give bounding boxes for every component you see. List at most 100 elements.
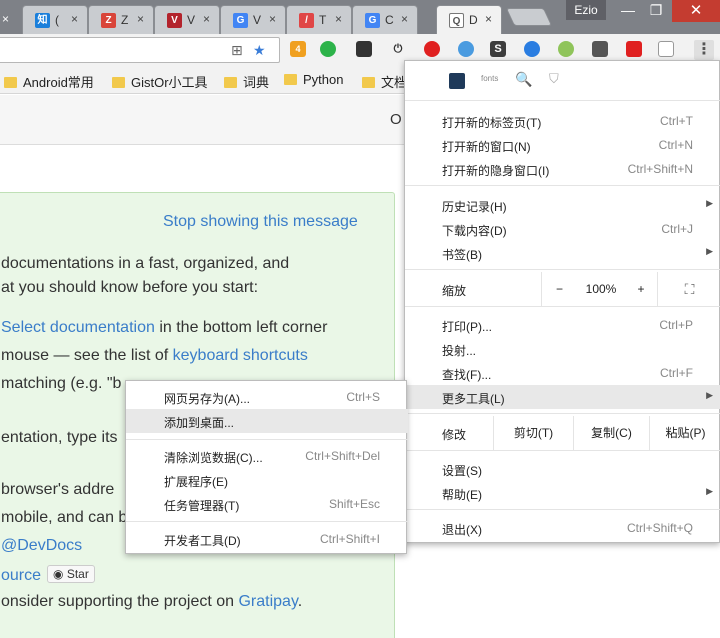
on-extension-icon[interactable] — [626, 41, 642, 57]
menu-settings[interactable]: 设置(S) — [405, 457, 720, 481]
submenu-clear-data[interactable]: 清除浏览数据(C)... Ctrl+Shift+Del — [126, 444, 408, 468]
menu-cast[interactable]: 投射... — [405, 337, 720, 361]
tab-devdocs-active[interactable]: Q D × — [436, 5, 502, 34]
fullscreen-icon[interactable]: ⛶ — [657, 272, 720, 306]
menu-new-incognito[interactable]: 打开新的隐身窗口(I) Ctrl+Shift+N — [405, 157, 720, 181]
bookmark-android[interactable]: Android常用 — [4, 72, 94, 91]
tab-close-icon[interactable]: × — [485, 12, 492, 26]
cut-button[interactable]: 剪切(T) — [493, 416, 573, 450]
circle-extension-icon[interactable] — [558, 41, 574, 57]
translate-icon[interactable]: ⊞ — [231, 42, 243, 59]
zoom-in-button[interactable]: + — [625, 272, 657, 306]
fonts-extension-icon[interactable]: fonts — [481, 74, 498, 83]
github-star-button[interactable]: ◉ Star — [47, 565, 95, 583]
stop-showing-link[interactable]: Stop showing this message — [163, 213, 358, 231]
tab-title: C — [385, 13, 394, 27]
zoom-level: 100% — [585, 282, 617, 296]
tab-t[interactable]: / T × — [286, 5, 352, 34]
menu-find[interactable]: 查找(F)... Ctrl+F — [405, 361, 720, 385]
tab-close-icon[interactable]: × — [71, 12, 78, 26]
maximize-button[interactable]: ❐ — [642, 0, 670, 22]
menu-new-window[interactable]: 打开新的窗口(N) Ctrl+N — [405, 133, 720, 157]
menu-more-tools[interactable]: 更多工具(L) ▶ — [405, 385, 720, 409]
menu-print[interactable]: 打印(P)... Ctrl+P — [405, 313, 720, 337]
extension-icon[interactable] — [449, 73, 465, 89]
menu-downloads[interactable]: 下载内容(D) Ctrl+J — [405, 217, 720, 241]
menu-divider — [126, 439, 408, 440]
bookmark-docs[interactable]: 文档 — [362, 72, 407, 91]
menu-help[interactable]: 帮助(E) ▶ — [405, 481, 720, 505]
bookmark-python[interactable]: Python — [284, 72, 343, 87]
submenu-save-page[interactable]: 网页另存为(A)... Ctrl+S — [126, 385, 408, 409]
menu-label: 书签(B) — [442, 248, 482, 262]
submenu-extensions[interactable]: 扩展程序(E) — [126, 468, 408, 492]
source-link[interactable]: ource — [1, 567, 41, 584]
chrome-menu-button[interactable]: ⋮ — [694, 40, 714, 60]
menu-label: 网页另存为(A)... — [164, 392, 250, 406]
menu-bookmarks[interactable]: 书签(B) ▶ — [405, 241, 720, 265]
tab-zhihu[interactable]: 知 ( × — [22, 5, 88, 34]
search-extension-icon[interactable]: 🔍 — [515, 71, 532, 88]
submenu-task-manager[interactable]: 任务管理器(T) Shift+Esc — [126, 492, 408, 516]
notice-text: Select documentation in the bottom left … — [1, 319, 327, 337]
tab-google-v[interactable]: G V × — [220, 5, 286, 34]
tab-close-icon[interactable]: × — [203, 12, 210, 26]
address-bar[interactable]: ⊞ ★ — [0, 37, 280, 63]
tab-title: V — [253, 13, 262, 27]
submenu-developer-tools[interactable]: 开发者工具(D) Ctrl+Shift+I — [126, 527, 408, 551]
tab-close-icon[interactable]: × — [269, 12, 276, 26]
tab-close-icon[interactable]: × — [335, 12, 342, 26]
pocket-icon[interactable] — [592, 41, 608, 57]
s-extension-icon[interactable]: S — [490, 41, 506, 57]
submenu-arrow-icon: ▶ — [706, 246, 713, 256]
reader-extension-icon[interactable] — [658, 41, 674, 57]
notice-text: onsider supporting the project on Gratip… — [1, 593, 302, 611]
bookmark-label: 词典 — [243, 75, 270, 90]
menu-divider — [405, 450, 720, 451]
minimize-button[interactable]: — — [614, 0, 642, 22]
bookmark-star-icon[interactable]: ★ — [253, 42, 266, 59]
bookmark-label: GistOr小工具 — [131, 75, 208, 90]
shield-extension-icon[interactable]: ⛉ — [549, 71, 559, 87]
devdocs-icon: Q — [449, 13, 464, 28]
more-tools-submenu: 网页另存为(A)... Ctrl+S 添加到桌面... 清除浏览数据(C)... C… — [125, 380, 408, 554]
paste-button[interactable]: 粘贴(P) — [649, 416, 720, 450]
menu-exit[interactable]: 退出(X) Ctrl+Shift+Q — [405, 516, 720, 540]
blue-extension-icon[interactable] — [458, 41, 474, 57]
menu-zoom-row: 缩放 − 100% + ⛶ — [405, 272, 720, 306]
gratipay-link[interactable]: Gratipay — [238, 593, 297, 610]
opera-icon[interactable] — [424, 41, 440, 57]
tab-close-icon[interactable]: × — [137, 12, 144, 26]
folder-icon — [112, 77, 125, 88]
select-documentation-link[interactable]: Select documentation — [1, 319, 155, 336]
tab-z[interactable]: Z Z × — [88, 5, 154, 34]
submenu-add-to-desktop[interactable]: 添加到桌面... — [126, 409, 408, 433]
new-tab-button[interactable] — [505, 8, 553, 26]
menu-shortcut: Ctrl+F — [660, 366, 693, 380]
tab-close-icon[interactable]: × — [2, 12, 9, 26]
tab-close-icon[interactable]: × — [401, 12, 408, 26]
slash-icon: / — [299, 13, 314, 28]
bookmark-label: Android常用 — [23, 75, 94, 90]
extension-badge-icon[interactable]: 4 — [290, 41, 306, 57]
menu-shortcut: Ctrl+J — [661, 222, 693, 236]
tab-v[interactable]: V V × — [154, 5, 220, 34]
power-icon[interactable]: ⏻ — [390, 41, 406, 57]
green-extension-icon[interactable] — [320, 41, 336, 57]
profile-button[interactable]: Ezio — [566, 0, 606, 20]
bookmark-dictionary[interactable]: 词典 — [224, 72, 269, 91]
zoom-out-button[interactable]: − — [541, 272, 577, 306]
mouse-text: mouse — see the list of — [1, 347, 173, 364]
devdocs-twitter-link[interactable]: @DevDocs — [1, 537, 82, 555]
black-extension-icon[interactable] — [356, 41, 372, 57]
bookmark-gistor[interactable]: GistOr小工具 — [112, 72, 208, 91]
menu-shortcut: Shift+Esc — [328, 497, 380, 511]
keyboard-shortcuts-link[interactable]: keyboard shortcuts — [173, 347, 308, 364]
notice-text: entation, type its — [1, 429, 118, 446]
window-close-button[interactable]: ✕ — [672, 0, 720, 22]
menu-history[interactable]: 历史记录(H) ▶ — [405, 193, 720, 217]
copy-button[interactable]: 复制(C) — [573, 416, 649, 450]
menu-new-tab[interactable]: 打开新的标签页(T) Ctrl+T — [405, 109, 720, 133]
tab-google-c[interactable]: G C × — [352, 5, 418, 34]
p-extension-icon[interactable] — [524, 41, 540, 57]
